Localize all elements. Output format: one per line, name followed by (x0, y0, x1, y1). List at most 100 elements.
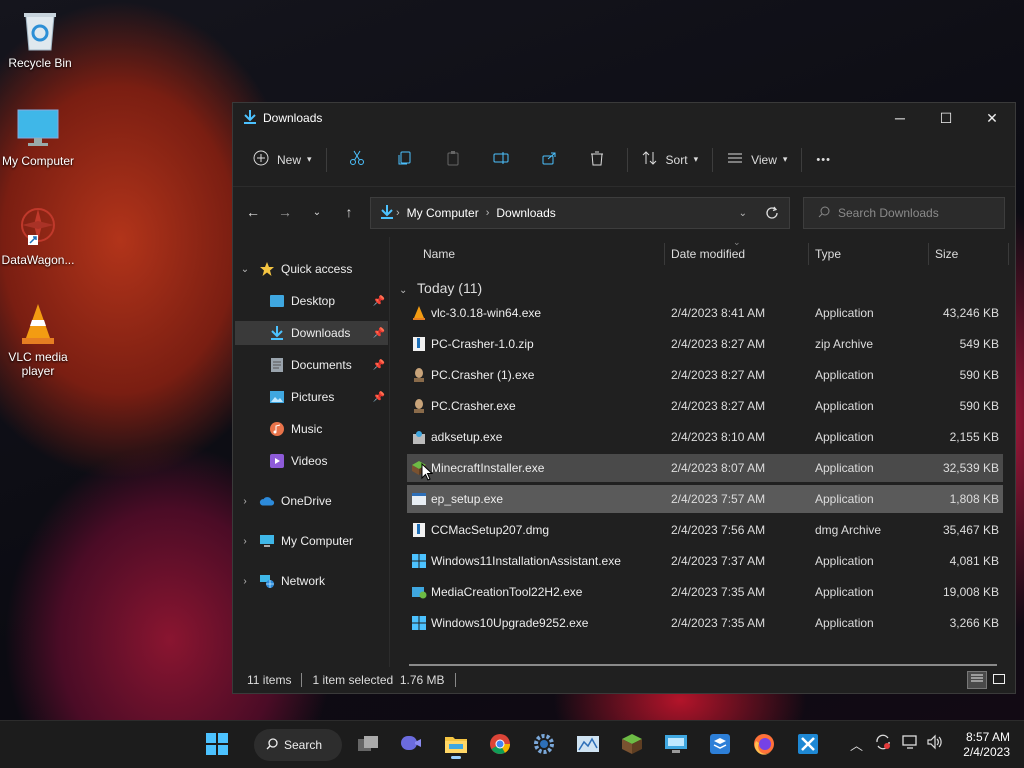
windows-logo-icon (206, 732, 228, 758)
maximize-button[interactable]: ☐ (923, 103, 969, 133)
plus-circle-icon (253, 150, 269, 169)
group-header-today[interactable]: ⌄ Today (11) (399, 280, 482, 296)
selection-info: 1 item selected 1.76 MB (312, 673, 445, 687)
breadcrumb-my-computer[interactable]: My Computer (407, 206, 479, 220)
chevron-right-icon: › (243, 495, 247, 507)
table-row[interactable]: PC-Crasher-1.0.zip 2/4/2023 8:27 AM zip Ar… (407, 330, 1003, 358)
column-divider[interactable] (1008, 243, 1009, 265)
sidebar-onedrive[interactable]: › OneDrive (237, 489, 331, 513)
sidebar-item-pictures[interactable]: Pictures 📌 (235, 385, 388, 409)
column-header-size[interactable]: Size (935, 247, 958, 261)
table-row[interactable]: CCMacSetup207.dmg 2/4/2023 7:56 AM dmg Arc… (407, 516, 1003, 544)
pin-icon[interactable]: 📌 (372, 358, 386, 372)
share-icon (541, 150, 557, 169)
back-button[interactable]: ← (237, 196, 269, 228)
forward-button[interactable]: → (269, 196, 301, 228)
taskbar-search-button[interactable]: Search (254, 729, 342, 761)
monitor-icon (259, 533, 275, 549)
search-box[interactable] (803, 197, 1005, 229)
address-bar[interactable]: › My Computer › Downloads ⌄ (370, 197, 790, 229)
column-divider[interactable] (664, 243, 665, 265)
refresh-icon[interactable] (765, 206, 779, 223)
sidebar-item-downloads[interactable]: Downloads 📌 (235, 321, 388, 345)
sidebar-item-music[interactable]: Music (235, 417, 388, 441)
desktop-icon-label: Recycle Bin (8, 56, 72, 70)
taskbar-app-chart[interactable] (572, 729, 604, 761)
folder-icon (444, 734, 468, 757)
table-row[interactable]: PC.Crasher.exe 2/4/2023 8:27 AM Applicatio… (407, 392, 1003, 420)
column-header-name[interactable]: Name (423, 247, 455, 261)
table-row[interactable]: PC.Crasher (1).exe 2/4/2023 8:27 AM Applic… (407, 361, 1003, 389)
column-divider[interactable] (808, 243, 809, 265)
pin-icon[interactable]: 📌 (372, 294, 386, 308)
system-clock[interactable]: 8:57 AM 2/4/2023 (963, 730, 1010, 760)
file-name: PC.Crasher (1).exe (431, 368, 535, 382)
sync-icon[interactable] (874, 733, 892, 754)
divider (301, 673, 303, 687)
more-options-button[interactable]: ••• (808, 144, 839, 176)
new-button[interactable]: New ▾ (245, 144, 320, 176)
taskbar-chrome[interactable] (484, 729, 516, 761)
column-header-type[interactable]: Type (815, 247, 841, 261)
volume-icon[interactable] (926, 733, 944, 754)
recycle-bin-icon (18, 8, 62, 52)
table-row[interactable]: MediaCreationTool22H2.exe 2/4/2023 7:35 A… (407, 578, 1003, 606)
close-button[interactable]: ✕ (969, 103, 1015, 133)
desktop-icon-vlc[interactable]: VLC media player (0, 302, 76, 378)
table-row[interactable]: adksetup.exe 2/4/2023 8:10 AM Application 2… (407, 423, 1003, 451)
share-button[interactable] (525, 144, 573, 176)
chevron-down-icon: ▾ (782, 154, 788, 164)
show-hidden-icons-chevron-icon[interactable]: ︿ (850, 735, 863, 754)
paste-button[interactable] (429, 144, 477, 176)
table-row[interactable]: ep_setup.exe 2/4/2023 7:57 AM Application 1… (407, 485, 1003, 513)
pin-icon[interactable]: 📌 (372, 326, 386, 340)
details-view-button[interactable] (967, 671, 987, 689)
rename-button[interactable] (477, 144, 525, 176)
chevron-down-icon: ⌄ (399, 285, 408, 296)
breadcrumb-downloads[interactable]: Downloads (496, 206, 555, 220)
sidebar-item-desktop[interactable]: Desktop 📌 (235, 289, 388, 313)
file-list: Name Date modified ⌄ Type Size ⌄ Today (… (391, 237, 1015, 667)
tiles-view-button[interactable] (989, 671, 1009, 689)
sidebar-item-documents[interactable]: Documents 📌 (235, 353, 388, 377)
minimize-button[interactable]: ─ (877, 103, 923, 133)
taskbar-app-tools[interactable] (792, 729, 824, 761)
column-divider[interactable] (928, 243, 929, 265)
sidebar-network[interactable]: › Network (237, 569, 325, 593)
start-button[interactable] (201, 729, 233, 761)
desktop-icon-datawagon[interactable]: DataWagon... (0, 205, 76, 267)
sidebar-my-computer[interactable]: › My Computer (237, 529, 353, 553)
horizontal-scrollbar[interactable] (409, 664, 997, 666)
copy-icon (397, 150, 413, 169)
taskbar-file-explorer[interactable] (440, 729, 472, 761)
task-view-button[interactable] (352, 729, 384, 761)
taskbar-firefox[interactable] (748, 729, 780, 761)
taskbar-minecraft[interactable] (616, 729, 648, 761)
copy-button[interactable] (381, 144, 429, 176)
desktop-icon-recycle-bin[interactable]: Recycle Bin (2, 8, 78, 70)
search-input[interactable] (838, 206, 988, 220)
file-type: Application (815, 616, 874, 630)
chat-button[interactable] (395, 729, 427, 761)
up-button[interactable]: ↑ (333, 196, 365, 228)
desktop-icon-my-computer[interactable]: My Computer (0, 106, 76, 168)
sort-button[interactable]: Sort ▾ (634, 144, 707, 176)
view-button[interactable]: View ▾ (719, 144, 795, 176)
column-header-date[interactable]: Date modified (671, 247, 745, 261)
table-row[interactable]: MinecraftInstaller.exe 2/4/2023 8:07 AM Ap… (407, 454, 1003, 482)
pin-icon[interactable]: 📌 (372, 390, 386, 404)
table-row[interactable]: Windows10Upgrade9252.exe 2/4/2023 7:35 AM… (407, 609, 1003, 637)
network-status-icon[interactable] (901, 733, 919, 754)
taskbar-settings[interactable] (528, 729, 560, 761)
recent-locations-button[interactable]: ⌄ (301, 196, 333, 228)
address-dropdown-icon[interactable]: ⌄ (739, 208, 747, 219)
sidebar-quick-access[interactable]: ⌄ Quick access (237, 257, 352, 281)
delete-button[interactable] (573, 144, 621, 176)
taskbar-app-box[interactable] (704, 729, 736, 761)
table-row[interactable]: vlc-3.0.18-win64.exe 2/4/2023 8:41 AM Appl… (407, 299, 1003, 327)
taskbar-app-remote[interactable] (660, 729, 692, 761)
table-row[interactable]: Windows11InstallationAssistant.exe 2/4/20… (407, 547, 1003, 575)
datawagon-shortcut-icon (16, 205, 60, 249)
cut-button[interactable] (333, 144, 381, 176)
sidebar-item-videos[interactable]: Videos (235, 449, 388, 473)
